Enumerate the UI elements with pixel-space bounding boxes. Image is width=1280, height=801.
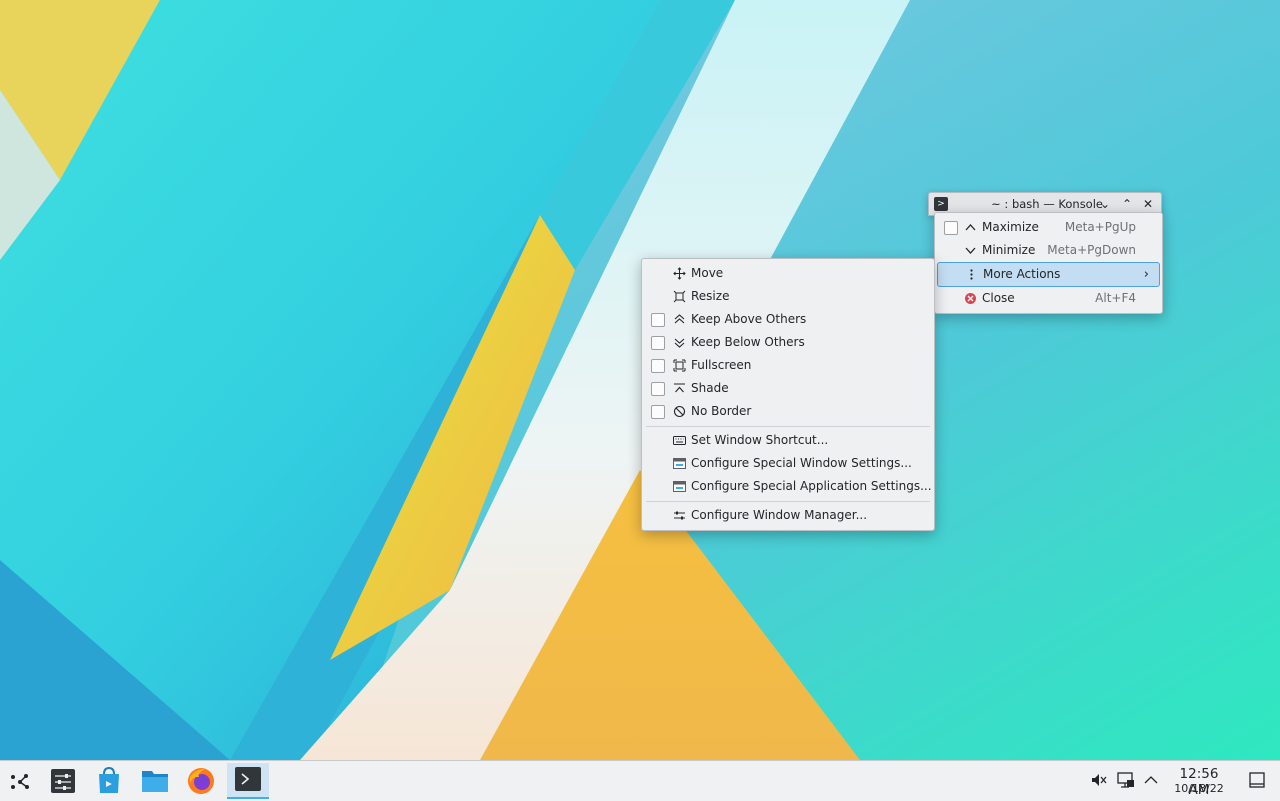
menu-item-label: Keep Above Others: [691, 312, 807, 326]
konsole-icon[interactable]: [227, 763, 269, 799]
menu-item-label: Close: [982, 291, 1015, 305]
chevron-up-tray-icon[interactable]: [1142, 771, 1160, 789]
menu-item-label: No Border: [691, 404, 752, 418]
app-launcher-icon[interactable]: [2, 765, 38, 797]
menu-item-set-window-shortcut[interactable]: Set Window Shortcut...: [642, 429, 934, 452]
maximize-checkbox[interactable]: [944, 221, 958, 235]
menu-item-label: Resize: [691, 289, 730, 303]
menu-item-keep-above[interactable]: Keep Above Others: [642, 308, 934, 331]
discover-icon[interactable]: [91, 765, 127, 797]
menu-item-more-actions[interactable]: More Actions ›: [937, 262, 1160, 287]
wallpaper: [0, 0, 1280, 760]
window-maximize-chevron-up-icon[interactable]: ⌃: [1119, 196, 1135, 212]
more-vertical-icon: [970, 269, 973, 280]
menu-item-label: Move: [691, 266, 724, 280]
resize-icon: [673, 290, 686, 303]
sliders-icon: [674, 511, 685, 520]
no-border-checkbox[interactable]: [651, 405, 665, 419]
more-actions-menu: Move Resize Keep Above Others Keep Below…: [641, 258, 935, 531]
network-wired-icon[interactable]: [1117, 771, 1135, 789]
move-icon: [673, 267, 686, 280]
menu-item-label: More Actions: [983, 267, 1061, 281]
menu-item-label: Configure Special Window Settings...: [691, 456, 912, 470]
menu-item-no-border[interactable]: No Border: [642, 400, 934, 423]
dolphin-icon[interactable]: [137, 765, 173, 797]
keep-above-checkbox[interactable]: [651, 313, 665, 327]
menu-separator: [646, 501, 930, 502]
window-menu-chevron-down-icon[interactable]: ⌄: [1097, 196, 1113, 212]
shade-icon: [674, 383, 685, 393]
keep-below-icon: [674, 338, 685, 348]
fullscreen-checkbox[interactable]: [651, 359, 665, 373]
keep-above-icon: [674, 314, 685, 324]
menu-item-close[interactable]: Close Alt+F4: [935, 287, 1162, 310]
close-red-icon: [965, 293, 976, 304]
window-settings-icon: [673, 458, 686, 469]
menu-item-maximize[interactable]: Maximize Meta+PgUp: [935, 216, 1162, 239]
menu-item-special-window-settings[interactable]: Configure Special Window Settings...: [642, 452, 934, 475]
menu-item-label: Keep Below Others: [691, 335, 805, 349]
chevron-down-icon: [965, 247, 976, 254]
no-border-icon: [673, 405, 686, 418]
menu-item-label: Configure Special Application Settings..…: [691, 479, 932, 493]
shortcut-label: Meta+PgDown: [1047, 243, 1136, 257]
menu-item-label: Fullscreen: [691, 358, 752, 372]
keyboard-icon: [673, 436, 686, 445]
menu-item-label: Configure Window Manager...: [691, 508, 868, 522]
taskbar: 12:56 AM 10/18/22: [0, 760, 1280, 801]
menu-item-label: Maximize: [982, 220, 1039, 234]
desktop[interactable]: [0, 0, 1280, 760]
menu-item-keep-below[interactable]: Keep Below Others: [642, 331, 934, 354]
volume-muted-icon[interactable]: [1090, 771, 1108, 789]
fullscreen-icon: [673, 359, 686, 372]
menu-item-minimize[interactable]: Minimize Meta+PgDown: [935, 239, 1162, 262]
app-settings-icon: [673, 481, 686, 492]
menu-separator: [646, 426, 930, 427]
system-settings-icon[interactable]: [45, 765, 81, 797]
show-desktop-icon[interactable]: [1248, 771, 1266, 789]
menu-item-label: Minimize: [982, 243, 1036, 257]
chevron-right-icon: ›: [1143, 267, 1149, 282]
firefox-icon[interactable]: [183, 765, 219, 797]
menu-item-special-application-settings[interactable]: Configure Special Application Settings..…: [642, 475, 934, 498]
menu-item-label: Shade: [691, 381, 729, 395]
keep-below-checkbox[interactable]: [651, 336, 665, 350]
window-operations-menu: Maximize Meta+PgUp Minimize Meta+PgDown …: [934, 212, 1163, 314]
menu-item-move[interactable]: Move: [642, 262, 934, 285]
window-close-icon[interactable]: ✕: [1140, 196, 1156, 212]
shade-checkbox[interactable]: [651, 382, 665, 396]
menu-item-resize[interactable]: Resize: [642, 285, 934, 308]
menu-item-shade[interactable]: Shade: [642, 377, 934, 400]
menu-item-fullscreen[interactable]: Fullscreen: [642, 354, 934, 377]
shortcut-label: Meta+PgUp: [1064, 220, 1136, 234]
menu-item-label: Set Window Shortcut...: [691, 433, 829, 447]
chevron-up-icon: [965, 224, 976, 231]
clock-date[interactable]: 10/18/22: [1168, 782, 1230, 795]
shortcut-label: Alt+F4: [1095, 291, 1136, 305]
menu-item-configure-window-manager[interactable]: Configure Window Manager...: [642, 504, 934, 527]
